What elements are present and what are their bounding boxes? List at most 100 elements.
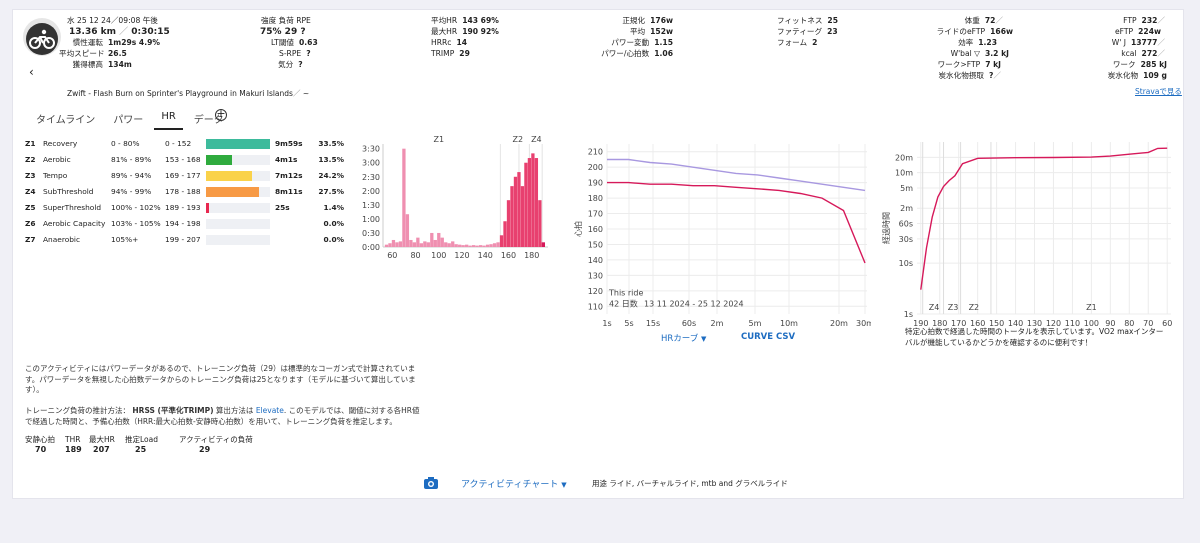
y-tick-label: 3:00 (362, 159, 380, 168)
y-tick-label: 210 (588, 148, 603, 157)
zone-bar-track (206, 171, 270, 181)
histogram-bar (499, 235, 504, 247)
histogram-bar (430, 232, 434, 247)
max-hr-row: 最大HR 190 92% (431, 27, 499, 36)
zone-id: Z1 (25, 139, 36, 148)
histogram-bar (531, 153, 535, 247)
distance-duration: 13.36 km ／ 0:30:15 (69, 27, 170, 37)
carb-intake-row: 炭水化物摂取 ?／ (938, 71, 1001, 80)
y-tick-label: 10m (895, 169, 913, 178)
x-tick-label: 15s (646, 319, 660, 327)
histogram-bar (419, 243, 423, 247)
histogram-bar (458, 244, 462, 247)
y-tick-label: 180 (588, 194, 603, 203)
histogram-bar (517, 172, 521, 247)
histogram-bar (524, 162, 528, 247)
histogram-bar (503, 221, 507, 247)
zone-bar-fill (206, 155, 232, 165)
hr-zone-time-chart: 1s10s30s60s2m5m10m20m190 180 170 160 150 140 1… (881, 142, 1172, 328)
x-tick-label: 60 (387, 251, 397, 260)
histogram-bar (433, 239, 437, 247)
histogram-bar (478, 245, 483, 247)
x-tick-label: 20m (830, 319, 848, 327)
x-tick-label: 5m (749, 319, 762, 327)
coasting-row: 慣性運転 1m29s 4.9% (72, 38, 160, 47)
hrrc-row: HRRc 14 (431, 38, 468, 47)
y-tick-label: 0:30 (362, 229, 380, 238)
ftp-row: FTP 232／ (1123, 16, 1165, 25)
y-tick-label: 20m (895, 153, 913, 162)
histogram-bar (510, 186, 514, 247)
y-tick-label: 2m (900, 204, 913, 213)
zone-name: Anaerobic (43, 235, 81, 244)
curve-csv-button[interactable]: CURVE CSV (741, 332, 795, 342)
zone-id: Z2 (25, 155, 36, 164)
zone-percent-range: 103% - 105% (111, 219, 161, 228)
histogram-bar (482, 245, 486, 247)
carbs-row: 炭水化物 109 g (1107, 71, 1167, 80)
avg-speed-row: 平均スピード 26.5 (59, 49, 127, 58)
zone-share: 33.5% (318, 139, 344, 148)
histogram-bar (426, 242, 430, 247)
histogram-bar (475, 245, 479, 247)
zone-share: 24.2% (318, 171, 344, 180)
y-tick-label: 110 (588, 302, 603, 311)
y-tick-label: 160 (588, 225, 603, 234)
y-tick-label: 170 (588, 210, 603, 219)
x-tick-label: 5s (624, 319, 633, 327)
y-tick-label: 10s (899, 259, 913, 268)
camera-icon[interactable] (424, 477, 438, 489)
tab-hr[interactable]: HR (154, 108, 183, 130)
zone-hr-range: 169 - 177 (165, 171, 201, 180)
trimp-row: TRIMP 29 (431, 49, 470, 58)
y-tick-label: 150 (588, 240, 603, 249)
tab-power[interactable]: パワー (106, 108, 150, 130)
zone-label: Z1 (1086, 303, 1097, 312)
elevate-link[interactable]: Elevate (256, 406, 284, 415)
zone-share: 27.5% (318, 187, 344, 196)
zone-name: SubThreshold (43, 187, 94, 196)
y-tick-label: 30s (899, 235, 913, 244)
load-table-headers: 安静心拍 THR 最大HR 推定Load アクティビティの負荷 (25, 435, 253, 444)
x-tick-label: 180 (524, 251, 539, 260)
load-method-note: トレーニング負荷の推計方法： HRSS (平準化TRIMP) 算出方法は Ele… (25, 406, 420, 426)
distance-value: 13.36 km (69, 27, 116, 37)
zone-time: 25s (275, 203, 290, 212)
y-tick-label: 200 (588, 163, 603, 172)
zone-label: Z1 (433, 135, 444, 144)
zone-percent-range: 89% - 94% (111, 171, 152, 180)
power-hr-row: パワー/心拍数 1.06 (601, 49, 673, 58)
srpe-row: S-RPE? (279, 49, 311, 58)
add-tab-icon[interactable]: + (215, 108, 227, 121)
eftp-row: eFTP 224w (1115, 27, 1161, 36)
histogram-bar (461, 245, 465, 247)
tab-timeline[interactable]: タイムライン (29, 108, 102, 130)
x-tick-label: 2m (711, 319, 724, 327)
zone-percent-range: 105%+ (111, 235, 139, 244)
y-tick-label: 130 (588, 271, 603, 280)
zone-name: Aerobic Capacity (43, 219, 106, 228)
histogram-bar (513, 176, 518, 247)
hr-curve-dropdown[interactable]: HRカーブ ▼ (661, 332, 706, 344)
y-tick-label: 3:30 (362, 145, 380, 154)
activity-chart-dropdown[interactable]: アクティビティチャート ▼ (461, 477, 567, 490)
zone-share: 13.5% (318, 155, 344, 164)
x-tick-label: 120 (454, 251, 469, 260)
x-tick-label: 1s (602, 319, 611, 327)
zone-percent-range: 81% - 89% (111, 155, 152, 164)
zone-bar-track (206, 219, 270, 229)
zone-share: 0.0% (323, 219, 345, 228)
zone-share: 0.0% (323, 235, 345, 244)
x-tick-label: 10m (780, 319, 798, 327)
y-tick-label: 1s (904, 310, 913, 319)
strava-link[interactable]: Stravaで見る (1135, 86, 1182, 97)
back-chevron-icon[interactable]: ‹ (29, 65, 34, 79)
histogram-bar (384, 244, 389, 247)
zone-label: Z2 (512, 135, 523, 144)
efficiency-row: 効率 1.23 (958, 38, 997, 47)
intensity-values: 75% 29 ? (260, 27, 306, 37)
histogram-bar (405, 214, 410, 247)
activity-name[interactable]: Zwift - Flash Burn on Sprinter's Playgro… (67, 88, 309, 99)
histogram-bar (520, 186, 525, 247)
intensity-header: 強度 負荷 RPE (261, 16, 311, 25)
